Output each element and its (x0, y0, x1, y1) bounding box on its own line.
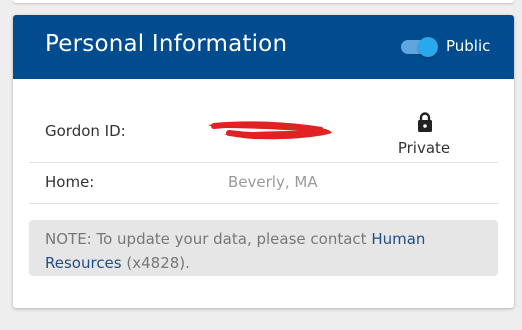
gordon-id-label: Gordon ID: (45, 122, 126, 140)
redacted-value-scribble (208, 121, 332, 140)
note-suffix: (x4828). (121, 254, 190, 272)
personal-information-card: Personal Information Public Gordon ID: P… (13, 15, 514, 308)
privacy-indicator[interactable]: Private (389, 112, 459, 157)
toggle-knob (418, 37, 438, 57)
home-row: Home: Beverly, MA (29, 163, 498, 204)
home-label: Home: (45, 173, 95, 191)
public-toggle-label: Public (446, 37, 491, 55)
card-header: Personal Information Public (13, 15, 514, 79)
note-prefix: NOTE: To update your data, please contac… (45, 230, 372, 248)
public-toggle[interactable] (399, 36, 439, 58)
lock-icon (418, 112, 432, 132)
home-value: Beverly, MA (228, 173, 318, 191)
privacy-label: Private (397, 139, 451, 157)
gordon-id-row: Gordon ID: Private (29, 103, 498, 163)
update-note: NOTE: To update your data, please contac… (29, 220, 498, 276)
card-title: Personal Information (45, 31, 288, 57)
previous-card-edge (13, 0, 514, 3)
